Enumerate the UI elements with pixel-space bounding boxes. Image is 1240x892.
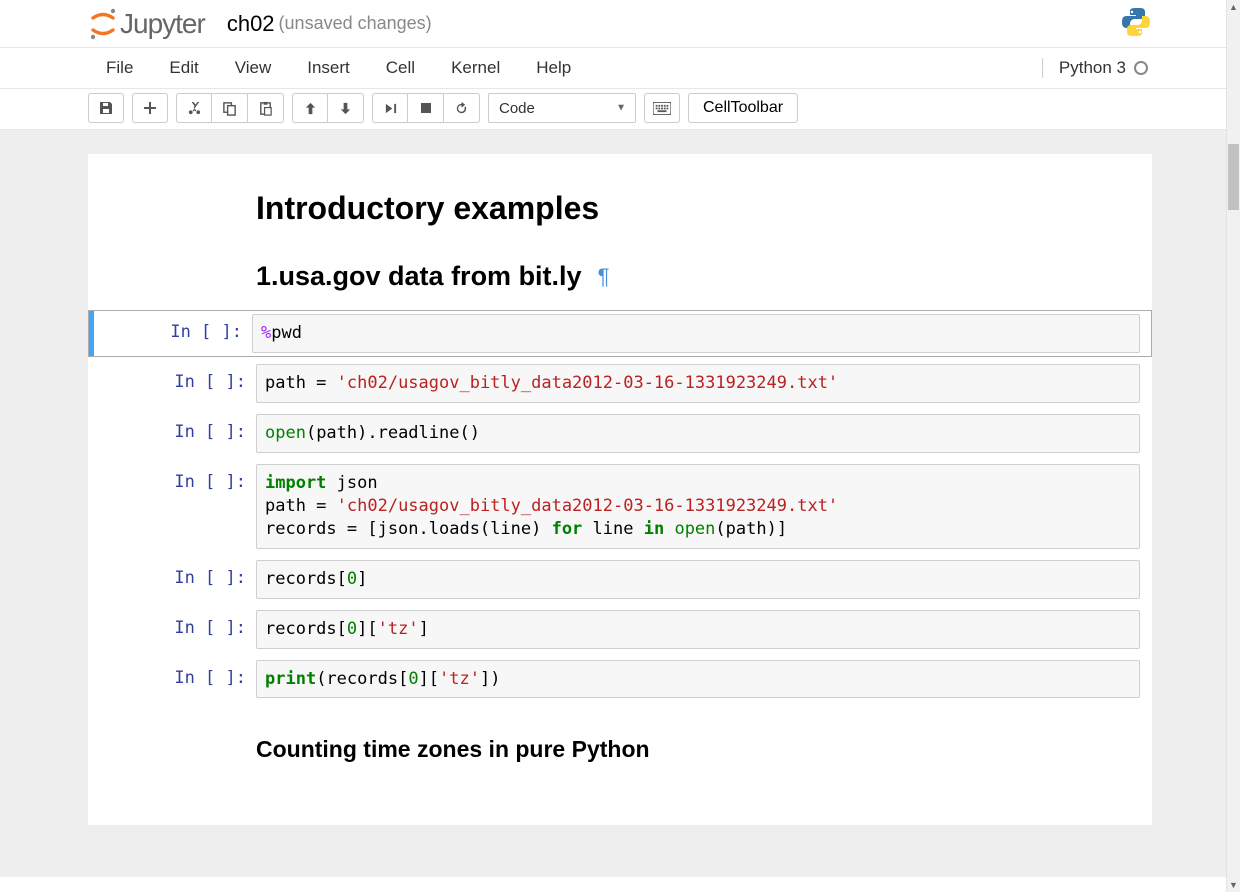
jupyter-logo[interactable]: Jupyter (88, 8, 205, 40)
notebook-save-status: (unsaved changes) (279, 13, 432, 34)
code-input-area[interactable]: records[0] (256, 560, 1140, 599)
input-prompt: In [ ]: (100, 464, 256, 492)
copy-cell-button[interactable] (212, 93, 248, 123)
code-input-area[interactable]: import json path = 'ch02/usagov_bitly_da… (256, 464, 1140, 549)
cut-cell-button[interactable] (176, 93, 212, 123)
step-forward-icon (384, 102, 397, 115)
toolbar: Code ▼ CellToolbar (0, 89, 1240, 130)
paste-icon (258, 101, 273, 116)
notebook-scroll-area[interactable]: Introductory examples 1.usa.gov data fro… (0, 130, 1240, 877)
menu-help[interactable]: Help (518, 48, 589, 88)
code-cell[interactable]: In [ ]: open(path).readline() (88, 410, 1152, 457)
code-input-area[interactable]: %pwd (252, 314, 1140, 353)
plus-icon (143, 101, 157, 115)
code-input-area[interactable]: path = 'ch02/usagov_bitly_data2012-03-16… (256, 364, 1140, 403)
code-cell[interactable]: In [ ]: records[0] (88, 556, 1152, 603)
vertical-scrollbar[interactable]: ▲ ▼ (1226, 0, 1240, 892)
anchor-link-icon[interactable]: ¶ (598, 264, 610, 290)
notebook-header: Jupyter ch02 (unsaved changes) (0, 0, 1240, 48)
menu-cell[interactable]: Cell (368, 48, 433, 88)
code-cell[interactable]: In [ ]: print(records[0]['tz']) (88, 656, 1152, 703)
move-cell-down-button[interactable] (328, 93, 364, 123)
notebook-name[interactable]: ch02 (227, 11, 275, 37)
restart-kernel-button[interactable] (444, 93, 480, 123)
input-prompt: In [ ]: (100, 560, 256, 588)
copy-icon (222, 101, 237, 116)
input-prompt: In [ ]: (100, 660, 256, 688)
kernel-name[interactable]: Python 3 (1059, 58, 1126, 78)
paste-cell-button[interactable] (248, 93, 284, 123)
code-cell[interactable]: In [ ]: %pwd (88, 310, 1152, 357)
markdown-cell-heading2[interactable]: 1.usa.gov data from bit.ly ¶ (88, 261, 1152, 292)
notebook-container: Introductory examples 1.usa.gov data fro… (88, 154, 1152, 825)
input-prompt: In [ ]: (100, 610, 256, 638)
arrow-up-icon (304, 102, 317, 115)
cell-type-select[interactable]: Code (488, 93, 636, 123)
markdown-cell-heading1[interactable]: Introductory examples (88, 190, 1152, 227)
input-prompt: In [ ]: (100, 364, 256, 392)
celltoolbar-button[interactable]: CellToolbar (688, 93, 798, 123)
scroll-down-arrow-icon[interactable]: ▼ (1227, 878, 1240, 892)
scrollbar-thumb[interactable] (1228, 144, 1239, 210)
kernel-indicator: Python 3 (1042, 58, 1152, 78)
run-cell-button[interactable] (372, 93, 408, 123)
jupyter-logo-icon (88, 8, 118, 40)
scissors-icon (187, 101, 202, 116)
code-input-area[interactable]: open(path).readline() (256, 414, 1140, 453)
arrow-down-icon (339, 102, 352, 115)
scroll-up-arrow-icon[interactable]: ▲ (1227, 0, 1240, 14)
command-palette-button[interactable] (644, 93, 680, 123)
heading-1: Introductory examples (256, 190, 1052, 227)
code-cell[interactable]: In [ ]: import json path = 'ch02/usagov_… (88, 460, 1152, 553)
save-button[interactable] (88, 93, 124, 123)
menubar: File Edit View Insert Cell Kernel Help P… (0, 48, 1240, 89)
keyboard-icon (653, 102, 671, 115)
heading-3: Counting time zones in pure Python (256, 736, 1052, 763)
input-prompt: In [ ]: (96, 314, 252, 342)
insert-cell-below-button[interactable] (132, 93, 168, 123)
jupyter-logo-text: Jupyter (120, 8, 205, 40)
code-input-area[interactable]: print(records[0]['tz']) (256, 660, 1140, 699)
code-input-area[interactable]: records[0]['tz'] (256, 610, 1140, 649)
kernel-status-idle-icon (1134, 61, 1148, 75)
stop-icon (420, 102, 432, 114)
heading-2: 1.usa.gov data from bit.ly ¶ (256, 261, 1052, 292)
markdown-cell-heading3[interactable]: Counting time zones in pure Python (88, 736, 1152, 763)
interrupt-kernel-button[interactable] (408, 93, 444, 123)
code-cell[interactable]: In [ ]: records[0]['tz'] (88, 606, 1152, 653)
menu-kernel[interactable]: Kernel (433, 48, 518, 88)
menu-insert[interactable]: Insert (289, 48, 368, 88)
python-logo-icon (1120, 6, 1152, 41)
menu-file[interactable]: File (88, 48, 151, 88)
menu-edit[interactable]: Edit (151, 48, 216, 88)
save-icon (98, 100, 114, 116)
move-cell-up-button[interactable] (292, 93, 328, 123)
repeat-icon (454, 101, 469, 116)
input-prompt: In [ ]: (100, 414, 256, 442)
menu-view[interactable]: View (217, 48, 290, 88)
code-cell[interactable]: In [ ]: path = 'ch02/usagov_bitly_data20… (88, 360, 1152, 407)
